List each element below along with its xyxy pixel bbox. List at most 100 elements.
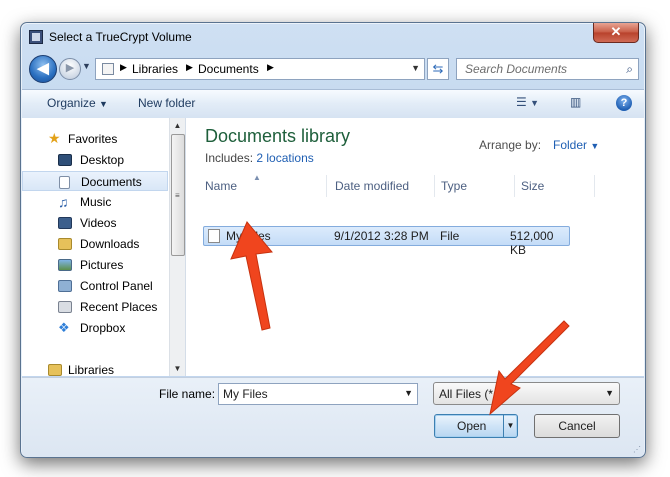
- breadcrumb-documents[interactable]: Documents: [198, 62, 259, 76]
- sidebar-item-control-panel[interactable]: Control Panel: [22, 276, 168, 296]
- column-label: Type: [441, 179, 468, 193]
- recent-pages-dropdown-icon[interactable]: ▼: [82, 61, 91, 71]
- arrange-by-dropdown[interactable]: Folder ▼: [553, 138, 599, 152]
- file-date-modified: 9/1/2012 3:28 PM: [334, 229, 429, 243]
- sidebar-item-libraries[interactable]: Libraries: [22, 360, 168, 376]
- sidebar-item-desktop[interactable]: Desktop: [22, 150, 168, 170]
- sidebar-item-favorites[interactable]: ★ Favorites: [22, 129, 168, 149]
- search-icon: ⌕: [626, 62, 633, 76]
- column-header-type[interactable]: Type: [441, 175, 515, 197]
- file-list-pane: Documents library Includes: 2 locations …: [186, 118, 644, 376]
- help-icon[interactable]: ?: [616, 95, 632, 111]
- sidebar-item-dropbox[interactable]: ❖ Dropbox: [22, 318, 168, 338]
- documents-icon: [59, 176, 70, 189]
- sidebar-item-downloads[interactable]: Downloads: [22, 234, 168, 254]
- file-name-field[interactable]: My Files ▼: [218, 383, 418, 405]
- file-name-value: My Files: [223, 387, 268, 401]
- cancel-button[interactable]: Cancel: [534, 414, 620, 438]
- file-name: My Files: [226, 229, 271, 243]
- new-folder-button[interactable]: New folder: [138, 96, 195, 110]
- open-label: Open: [457, 419, 487, 433]
- star-icon: ★: [48, 130, 61, 146]
- sidebar-item-label: Favorites: [68, 132, 118, 146]
- navigation-pane: ★ Favorites Desktop Documents ♫ Music Vi…: [22, 118, 186, 376]
- refresh-icon: ⇆: [432, 61, 444, 76]
- navigation-bar: ◀ ▶ ▼ ▶ Libraries ▶ Documents ▶ ▼ ⇆ Sear…: [29, 55, 639, 83]
- file-open-dialog: Select a TrueCrypt Volume ✕ ◀ ▶ ▼ ▶ Libr…: [20, 22, 646, 458]
- sidebar-item-label: Music: [80, 195, 112, 209]
- music-icon: ♫: [58, 194, 69, 210]
- dialog-footer: File name: My Files ▼ All Files (*.*) ▼ …: [22, 377, 644, 457]
- dropbox-icon: ❖: [58, 320, 70, 335]
- chevron-down-icon[interactable]: ▼: [404, 388, 413, 398]
- chevron-down-icon: ▼: [590, 141, 600, 151]
- locations-link[interactable]: 2 locations: [256, 151, 313, 165]
- truecrypt-app-icon: [29, 30, 43, 44]
- library-includes: Includes: 2 locations: [205, 151, 314, 165]
- libraries-icon: [48, 364, 62, 376]
- search-input[interactable]: Search Documents ⌕: [456, 58, 639, 80]
- column-label: Date modified: [335, 179, 410, 193]
- sidebar-item-label: Libraries: [68, 363, 115, 376]
- table-row[interactable]: My Files 9/1/2012 3:28 PM File 512,000 K…: [203, 226, 570, 257]
- desktop-icon: [58, 154, 72, 166]
- control-panel-icon: [58, 280, 72, 292]
- videos-icon: [58, 217, 72, 229]
- search-placeholder: Search Documents: [465, 62, 568, 76]
- pictures-icon: [58, 259, 72, 271]
- sidebar-item-pictures[interactable]: Pictures: [22, 255, 168, 275]
- scroll-down-icon[interactable]: ▼: [170, 361, 185, 376]
- breadcrumb-separator-icon[interactable]: ▶: [186, 62, 193, 73]
- sidebar-item-label: Control Panel: [80, 279, 153, 293]
- back-button[interactable]: ◀: [29, 55, 57, 83]
- chevron-down-icon: ▼: [605, 388, 614, 398]
- column-label: Size: [521, 179, 545, 193]
- open-button[interactable]: Open ▼: [434, 414, 518, 438]
- sidebar-item-music[interactable]: ♫ Music: [22, 192, 168, 212]
- resize-grip-icon[interactable]: ⋰: [633, 445, 641, 454]
- arrange-by-value: Folder: [553, 138, 588, 152]
- change-view-icon[interactable]: ☰ ▼: [516, 95, 539, 109]
- preview-pane-icon[interactable]: ▥: [570, 95, 581, 109]
- address-dropdown-icon[interactable]: ▼: [411, 63, 420, 73]
- refresh-button[interactable]: ⇆: [427, 58, 449, 80]
- address-bar[interactable]: ▶ Libraries ▶ Documents ▶ ▼: [95, 58, 425, 80]
- sidebar-item-videos[interactable]: Videos: [22, 213, 168, 233]
- sidebar-item-label: Dropbox: [80, 321, 126, 335]
- scrollbar-thumb[interactable]: ≡: [171, 134, 185, 256]
- sidebar-item-label: Desktop: [80, 153, 125, 167]
- window-title: Select a TrueCrypt Volume: [49, 30, 192, 44]
- sort-ascending-icon: ▲: [253, 173, 261, 182]
- title-bar: Select a TrueCrypt Volume ✕: [21, 23, 645, 51]
- navigation-scrollbar[interactable]: ▲ ≡ ▼: [169, 118, 185, 376]
- breadcrumb-separator-icon[interactable]: ▶: [267, 62, 274, 73]
- library-title: Documents library: [205, 126, 351, 146]
- sidebar-item-label: Documents: [81, 175, 142, 189]
- sidebar-item-recent-places[interactable]: Recent Places: [22, 297, 168, 317]
- grip-icon: ≡: [175, 191, 180, 200]
- column-header-size[interactable]: Size: [521, 175, 595, 197]
- breadcrumb-separator-icon[interactable]: ▶: [120, 62, 127, 73]
- file-name-label: File name:: [159, 387, 216, 401]
- downloads-icon: [58, 238, 72, 250]
- sidebar-item-label: Videos: [80, 216, 117, 230]
- sidebar-item-label: Recent Places: [80, 300, 158, 314]
- command-bar: Organize ▼ New folder ☰ ▼ ▥ ?: [22, 89, 644, 119]
- file-size: 512,000 KB: [510, 229, 554, 257]
- folder-icon: [102, 63, 114, 75]
- arrange-by-label: Arrange by:: [479, 138, 542, 152]
- forward-button[interactable]: ▶: [59, 58, 81, 80]
- recent-places-icon: [58, 301, 72, 313]
- file-type-filter[interactable]: All Files (*.*) ▼: [433, 382, 620, 405]
- close-button[interactable]: ✕: [593, 23, 639, 43]
- sidebar-item-documents[interactable]: Documents: [22, 171, 168, 191]
- chevron-down-icon: ▼: [99, 99, 108, 109]
- file-icon: [208, 229, 220, 243]
- open-options-dropdown-icon[interactable]: ▼: [503, 415, 517, 437]
- organize-button[interactable]: Organize ▼: [47, 96, 108, 110]
- scroll-up-icon[interactable]: ▲: [170, 118, 185, 133]
- breadcrumb-libraries[interactable]: Libraries: [132, 62, 178, 76]
- column-label: Name: [205, 179, 238, 193]
- column-header-date-modified[interactable]: Date modified: [335, 175, 435, 197]
- column-header-name[interactable]: ▲ Name: [205, 173, 327, 197]
